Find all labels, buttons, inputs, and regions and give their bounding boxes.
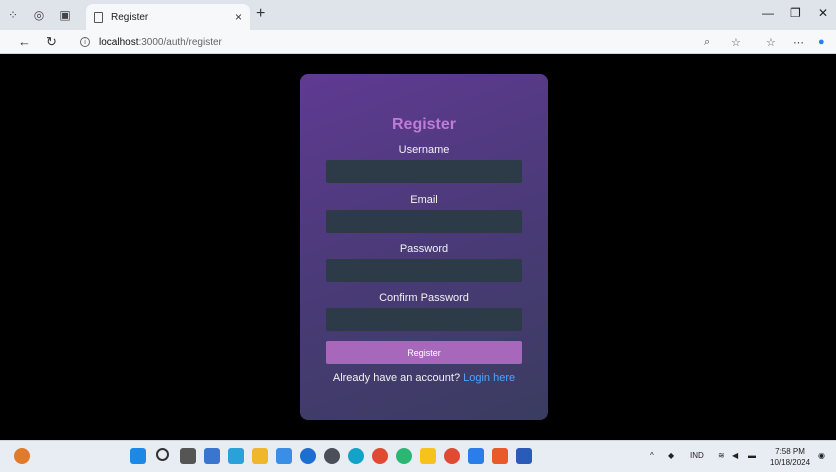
tab-register[interactable]: Register × [86, 4, 250, 30]
email-label: Email [410, 194, 438, 206]
login-link[interactable]: Login here [463, 372, 515, 384]
app-icon-blue[interactable] [300, 448, 316, 464]
address-bar: ← ↻ i localhost:3000/auth/register ⌕ ☆ ☆… [0, 30, 836, 54]
url-host: localhost [99, 36, 139, 48]
xampp-icon[interactable] [492, 448, 508, 464]
refresh-icon[interactable]: ↻ [46, 34, 57, 50]
weather-icon[interactable] [14, 448, 30, 464]
page-icon [94, 11, 103, 23]
app-tray-icon[interactable]: ◆ [668, 451, 674, 460]
edge-icon[interactable] [348, 448, 364, 464]
teams-icon[interactable] [228, 448, 244, 464]
copilot-icon[interactable]: ● [818, 36, 825, 48]
url-path: :3000/auth/register [138, 36, 222, 48]
widgets-icon[interactable] [204, 448, 220, 464]
register-button[interactable]: Register [326, 341, 522, 364]
clock[interactable]: 7:58 PM 10/18/2024 [770, 446, 810, 468]
new-tab-button[interactable]: + [256, 5, 265, 23]
close-window-icon[interactable]: ✕ [818, 6, 828, 20]
favorites-icon[interactable]: ☆ [766, 36, 776, 49]
app-icon-dark[interactable] [324, 448, 340, 464]
battery-icon[interactable]: ▬ [748, 451, 756, 460]
favorite-star-icon[interactable]: ☆ [731, 36, 741, 49]
whatsapp-icon[interactable] [396, 448, 412, 464]
language-indicator[interactable]: IND [690, 451, 704, 460]
wifi-icon[interactable]: ≋ [718, 451, 725, 460]
workspaces-icon[interactable]: ⁘ [0, 0, 26, 30]
confirm-password-label: Confirm Password [379, 292, 469, 304]
collections-icon[interactable]: ◎ [26, 0, 52, 30]
restore-icon[interactable]: ❐ [790, 6, 801, 20]
clock-date: 10/18/2024 [770, 458, 811, 467]
info-icon[interactable]: i [80, 37, 90, 47]
close-tab-icon[interactable]: × [235, 10, 242, 24]
password-label: Password [399, 243, 449, 255]
url-field[interactable]: i localhost:3000/auth/register [74, 33, 734, 51]
file-explorer-icon[interactable] [252, 448, 268, 464]
tab-actions-icon[interactable]: ▣ [52, 0, 78, 30]
confirm-password-input[interactable] [326, 308, 522, 331]
notes-icon[interactable] [420, 448, 436, 464]
username-label: Username [398, 144, 450, 156]
vscode-icon[interactable] [468, 448, 484, 464]
back-icon[interactable]: ← [18, 34, 31, 49]
password-input[interactable] [326, 259, 522, 282]
search-icon[interactable] [156, 448, 169, 461]
email-input[interactable] [326, 210, 522, 233]
notifications-icon[interactable]: ◉ [818, 451, 825, 460]
word-icon[interactable] [516, 448, 532, 464]
form-heading: Register [391, 116, 457, 133]
store-icon[interactable] [276, 448, 292, 464]
login-prompt-text: Already have an account? [332, 372, 461, 384]
minimize-icon[interactable]: — [762, 6, 774, 20]
more-options-icon[interactable]: ⋯ [793, 36, 804, 49]
volume-icon[interactable]: ◀ [732, 451, 738, 460]
read-aloud-icon[interactable]: ⌕ [704, 36, 710, 49]
register-card: Register Username Email Password Confirm… [300, 74, 548, 420]
task-view-icon[interactable] [180, 448, 196, 464]
start-icon[interactable] [130, 448, 146, 464]
clock-time: 7:58 PM [775, 447, 805, 456]
chrome-icon[interactable] [372, 448, 388, 464]
show-hidden-icons[interactable]: ^ [650, 451, 654, 460]
login-prompt: Already have an account? Login here [300, 372, 548, 384]
chrome-profile-icon[interactable] [444, 448, 460, 464]
tab-title: Register [111, 11, 149, 23]
taskbar: ^ ◆ IND ≋ ◀ ▬ 7:58 PM 10/18/2024 ◉ [0, 440, 836, 472]
username-input[interactable] [326, 160, 522, 183]
